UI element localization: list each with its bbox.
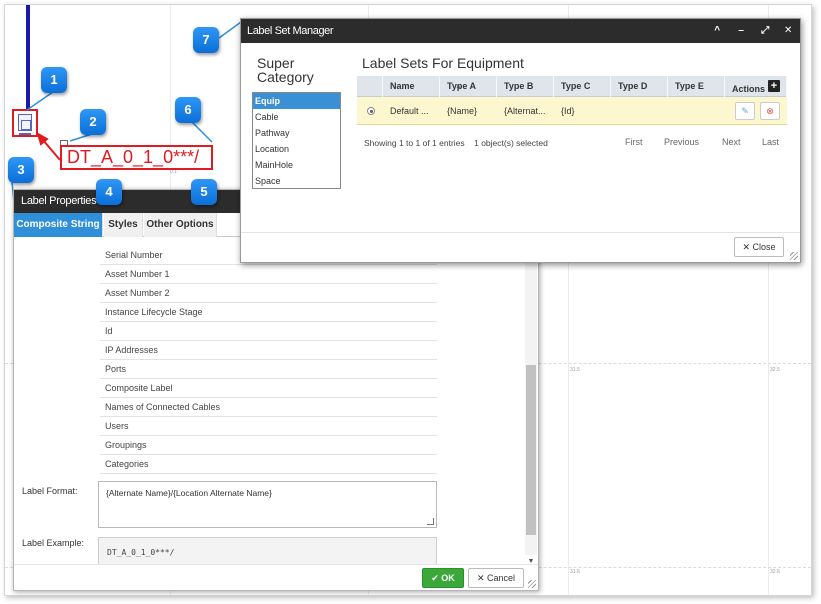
grid-label: 32.6 [770, 569, 780, 575]
column-header-type-c[interactable]: Type C [554, 76, 611, 97]
label-format-input[interactable]: {Alternate Name}/{Location Alternate Nam… [98, 481, 437, 528]
vertical-scrollbar[interactable]: ▼ [525, 240, 537, 565]
column-header-type-e[interactable]: Type E [668, 76, 725, 97]
cable-line[interactable] [26, 5, 30, 111]
scrollbar-thumb[interactable] [526, 365, 536, 535]
minimize-icon[interactable]: – [734, 19, 748, 43]
category-item-location[interactable]: Location [253, 141, 340, 157]
field-item[interactable]: IP Addresses [100, 341, 437, 360]
field-item[interactable]: Ports [100, 360, 437, 379]
cell-type-c: {Id} [561, 106, 575, 116]
column-header-type-a[interactable]: Type A [440, 76, 497, 97]
table-header: Name ▲ Type A Type B Type C Type D Type … [357, 76, 787, 97]
label-format-label: Label Format: [22, 486, 78, 496]
maximize-icon[interactable]: ⤢ [758, 19, 772, 43]
pager-first[interactable]: First [625, 137, 643, 147]
field-item[interactable]: Instance Lifecycle Stage [100, 303, 437, 322]
close-icon: ✕ [476, 573, 485, 583]
delete-icon[interactable]: ⊗ [760, 102, 780, 120]
column-header-type-d[interactable]: Type D [611, 76, 668, 97]
check-icon: ✔ [431, 573, 439, 583]
callout-badge-6: 6 [175, 97, 201, 123]
category-item-mainhole[interactable]: MainHole [253, 157, 340, 173]
pager-last[interactable]: Last [762, 137, 779, 147]
column-header-select [357, 76, 383, 97]
entries-info: Showing 1 to 1 of 1 entries 1 object(s) … [364, 138, 548, 148]
add-label-set-button[interactable]: + [768, 80, 780, 92]
edit-pencil-icon[interactable]: ✎ [735, 102, 755, 120]
ok-label: OK [441, 573, 455, 583]
cancel-label: Cancel [487, 573, 516, 583]
field-item[interactable]: Asset Number 2 [100, 284, 437, 303]
field-item[interactable]: Asset Number 1 [100, 265, 437, 284]
field-item[interactable]: Users [100, 417, 437, 436]
cell-type-b: {Alternat... [504, 106, 546, 116]
category-item-equip[interactable]: Equip [253, 93, 340, 109]
pager-next[interactable]: Next [722, 137, 741, 147]
label-example-label: Label Example: [22, 538, 85, 548]
column-header-label: Name [390, 81, 415, 91]
category-item-pathway[interactable]: Pathway [253, 125, 340, 141]
resize-grip-icon[interactable] [528, 580, 536, 588]
label-sets-table: Name ▲ Type A Type B Type C Type D Type … [357, 76, 787, 125]
pager-previous[interactable]: Previous [664, 137, 699, 147]
cell-type-d [611, 97, 668, 125]
row-select-radio[interactable] [367, 107, 375, 115]
super-category-heading: Super Category [257, 55, 314, 85]
cell-name: Default ... [390, 106, 429, 116]
label-example-field: DT_A_0_1_0***/ [98, 537, 437, 567]
field-item[interactable]: Composite Label [100, 379, 437, 398]
category-item-space[interactable]: Space [253, 173, 340, 189]
callout-badge-1: 1 [41, 67, 67, 93]
callout-badge-3: 3 [8, 157, 34, 183]
table-row[interactable]: Default ... {Name} {Alternat... {Id} ✎ ⊗ [357, 97, 787, 125]
field-item[interactable]: Categories [100, 455, 437, 474]
tab-other-options[interactable]: Other Options [144, 213, 217, 237]
field-item[interactable]: Names of Connected Cables [100, 398, 437, 417]
cell-type-e [668, 97, 725, 125]
equipment-tag [19, 133, 31, 135]
column-header-name[interactable]: Name ▲ [383, 76, 462, 97]
label-sets-heading: Label Sets For Equipment [362, 55, 524, 71]
tab-composite-string[interactable]: Composite String [14, 213, 103, 237]
dialog-title: Label Set Manager [247, 25, 334, 37]
ok-button[interactable]: ✔ OK [422, 568, 464, 588]
column-header-type-b[interactable]: Type B [497, 76, 554, 97]
close-icon[interactable]: ✕ [781, 19, 795, 43]
entries-count: Showing 1 to 1 of 1 entries [364, 138, 465, 148]
tab-styles[interactable]: Styles [104, 213, 143, 237]
cancel-button[interactable]: ✕ Cancel [468, 568, 524, 588]
field-list: Serial Number Asset Number 1 Asset Numbe… [100, 246, 437, 474]
super-category-list[interactable]: Equip Cable Pathway Location MainHole Sp… [252, 92, 341, 189]
callout-badge-5: 5 [191, 179, 217, 205]
grid-label: 31.6 [570, 569, 580, 575]
grid-label: 32.5 [770, 367, 780, 373]
resize-handle-icon[interactable] [427, 518, 434, 525]
dialog-footer: ✔ OK ✕ Cancel [14, 564, 538, 590]
cell-type-a: {Name} [447, 106, 478, 116]
equipment-label[interactable]: DT_A_0_1_0***/ [60, 145, 213, 170]
close-label: Close [752, 242, 776, 252]
label-set-manager-titlebar[interactable]: Label Set Manager ^ – ⤢ ✕ [241, 19, 800, 43]
equipment-symbol[interactable] [12, 109, 38, 137]
resize-grip-icon[interactable] [790, 252, 798, 260]
field-item[interactable]: Id [100, 322, 437, 341]
label-set-manager-dialog: Label Set Manager ^ – ⤢ ✕ Super Category… [240, 18, 801, 263]
selection-count: 1 object(s) selected [474, 138, 548, 148]
category-item-cable[interactable]: Cable [253, 109, 340, 125]
callout-badge-4: 4 [96, 179, 122, 205]
grid-label: 31.5 [570, 367, 580, 373]
close-icon: ✕ [742, 242, 750, 252]
close-button[interactable]: ✕ Close [734, 237, 784, 257]
callout-badge-2: 2 [80, 109, 106, 135]
label-format-value: {Alternate Name}/{Location Alternate Nam… [106, 488, 272, 498]
field-item[interactable]: Groupings [100, 436, 437, 455]
equipment-icon [18, 114, 32, 131]
dialog-footer: ✕ Close [241, 232, 800, 262]
collapse-icon[interactable]: ^ [710, 19, 724, 43]
callout-badge-7: 7 [193, 27, 219, 53]
